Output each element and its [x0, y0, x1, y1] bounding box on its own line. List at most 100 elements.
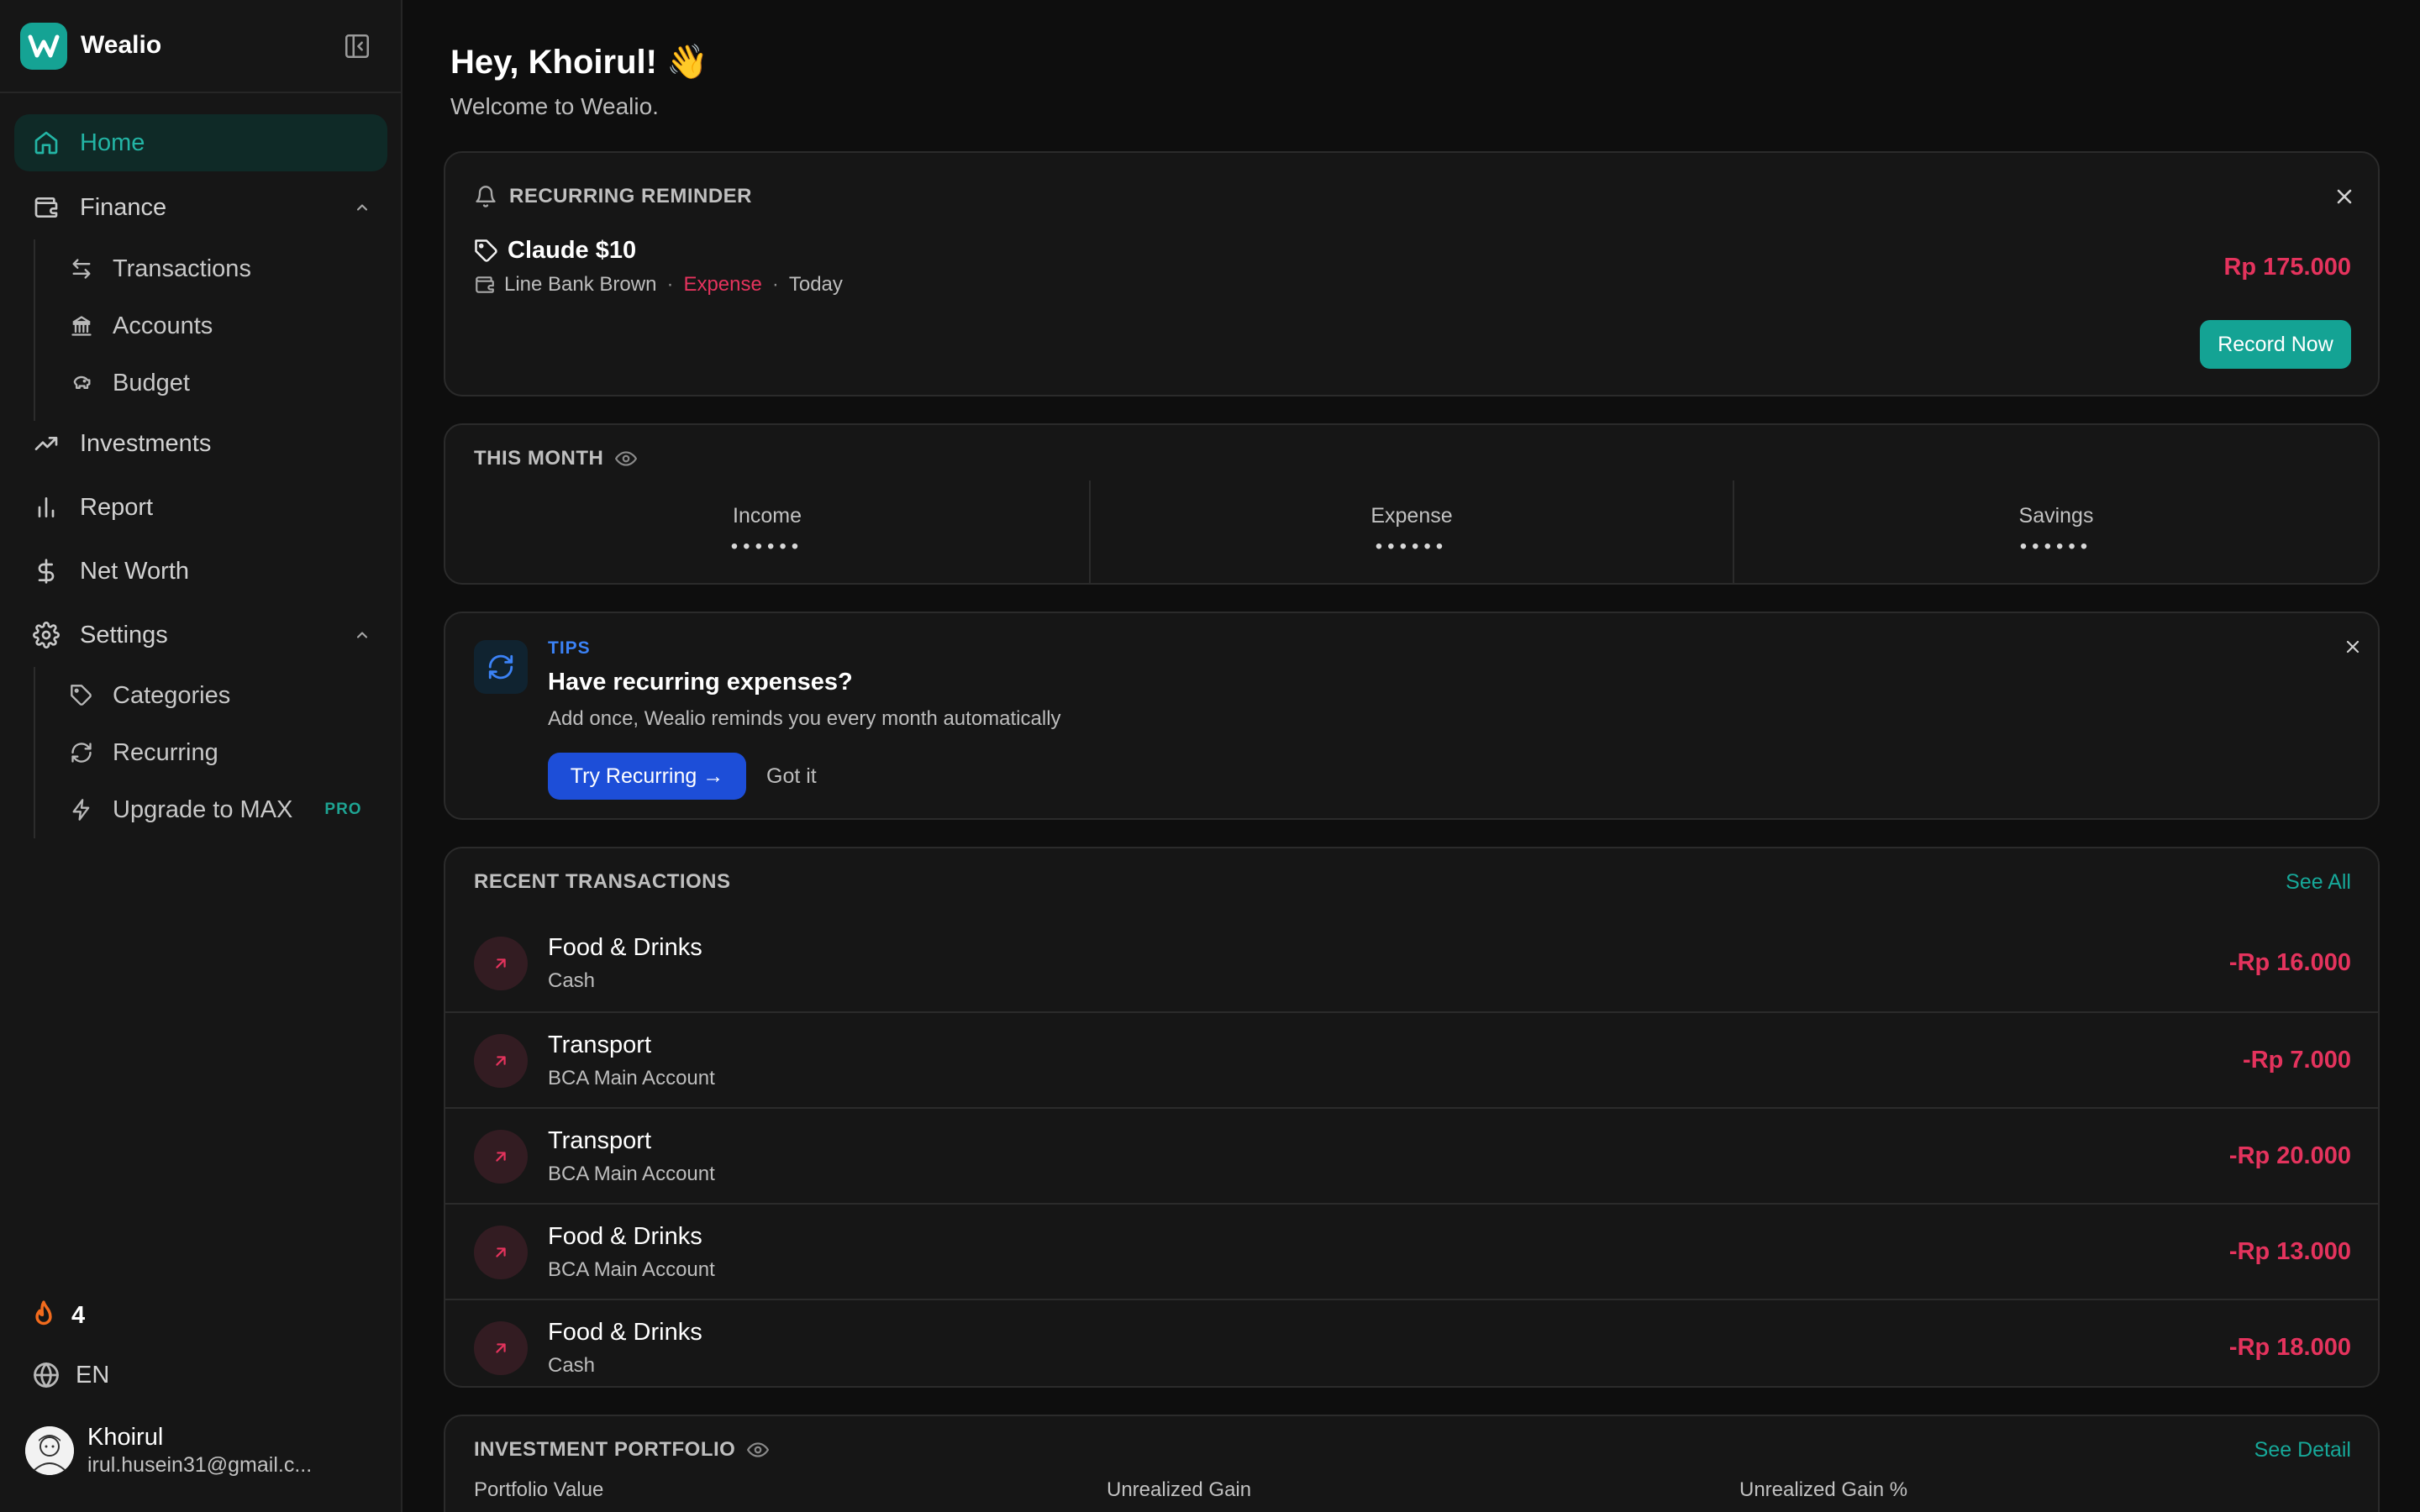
sidebar-item-accounts[interactable]: Accounts [67, 299, 387, 353]
refresh-icon [474, 640, 528, 694]
wallet-icon [30, 192, 62, 223]
streak-counter[interactable]: 4 [28, 1299, 85, 1332]
brand-name[interactable]: Wealio [81, 31, 161, 60]
gear-icon [30, 619, 62, 651]
transaction-category: Food & Drinks [548, 1319, 702, 1346]
income-value: •••••• [730, 535, 804, 558]
sidebar-item-budget[interactable]: Budget [67, 356, 387, 410]
bar-chart-icon [30, 491, 62, 523]
sidebar-item-recurring[interactable]: Recurring [67, 726, 387, 780]
language-label: EN [76, 1361, 110, 1389]
transaction-amount: -Rp 16.000 [2228, 949, 2351, 976]
reminder-amount: Rp 175.000 [2223, 254, 2351, 281]
tips-text: Add once, Wealio reminds you every month… [548, 707, 1061, 730]
reminder-item-name: Claude $10 [508, 237, 637, 264]
language-switcher[interactable]: EN [32, 1361, 109, 1389]
sidebar-item-label: Categories [113, 681, 231, 709]
transaction-account: Cash [548, 969, 596, 992]
page-subtitle: Welcome to Wealio. [450, 93, 659, 119]
sidebar-item-label: Upgrade to MAX [113, 795, 293, 823]
income-summary: Income •••••• [445, 480, 1089, 585]
this-month-title: THIS MONTH [474, 447, 604, 470]
unrealized-gain-percent-label: Unrealized Gain % [1739, 1478, 1908, 1501]
arrow-up-right-icon [474, 1321, 528, 1375]
settings-submenu-guide [34, 667, 35, 838]
sidebar-item-label: Finance [80, 193, 167, 221]
wealio-logo-icon[interactable] [20, 23, 67, 70]
table-row[interactable]: Food & Drinks Cash -Rp 18.000 [445, 1299, 2378, 1386]
sidebar-item-investments[interactable]: Investments [14, 415, 387, 472]
tag-icon [474, 239, 499, 264]
sidebar-collapse-icon[interactable] [343, 32, 371, 60]
sidebar-item-label: Home [80, 129, 145, 156]
sidebar-item-label: Budget [113, 369, 190, 396]
recent-transactions-title: RECENT TRANSACTIONS [474, 870, 731, 893]
bell-icon [474, 185, 497, 208]
investment-portfolio-card: INVESTMENT PORTFOLIO See Detail Portfoli… [444, 1415, 2380, 1512]
savings-value: •••••• [2019, 535, 2093, 558]
page-title: Hey, Khoirul! 👋 [450, 44, 708, 81]
tips-tag: TIPS [548, 638, 591, 658]
transaction-amount: -Rp 7.000 [2243, 1047, 2351, 1074]
flame-icon [28, 1299, 60, 1332]
got-it-button[interactable]: Got it [766, 764, 817, 789]
transaction-category: Transport [548, 1127, 652, 1154]
table-row[interactable]: Transport BCA Main Account -Rp 20.000 [445, 1107, 2378, 1203]
sidebar-item-net-worth[interactable]: Net Worth [14, 543, 387, 600]
arrow-up-right-icon [474, 1130, 528, 1184]
finance-submenu-guide [34, 239, 35, 421]
arrow-up-right-icon [474, 1226, 528, 1279]
arrows-swap-icon [67, 255, 96, 283]
transaction-account: Cash [548, 1354, 596, 1377]
table-row[interactable]: Transport BCA Main Account -Rp 7.000 [445, 1011, 2378, 1107]
reminder-account: Line Bank Brown [504, 273, 657, 296]
transaction-category: Food & Drinks [548, 1223, 702, 1250]
pro-badge: PRO [324, 801, 362, 818]
tag-icon [67, 681, 96, 710]
sidebar: Wealio Home Finance Transactions Account… [0, 0, 402, 1512]
sidebar-item-home[interactable]: Home [14, 114, 387, 171]
eye-icon[interactable] [735, 1439, 770, 1461]
this-month-card: THIS MONTH Income •••••• Expense •••••• … [444, 423, 2380, 585]
sidebar-item-label: Recurring [113, 738, 218, 766]
eye-icon[interactable] [603, 448, 638, 470]
tips-title: Have recurring expenses? [548, 669, 853, 696]
transaction-amount: -Rp 18.000 [2228, 1334, 2351, 1361]
piggy-bank-icon [67, 369, 96, 397]
lightning-icon [67, 795, 96, 824]
table-row[interactable]: Food & Drinks Cash -Rp 16.000 [445, 916, 2378, 1011]
sidebar-item-label: Report [80, 493, 154, 521]
chevron-up-icon[interactable] [354, 627, 371, 643]
transaction-account: BCA Main Account [548, 1067, 715, 1089]
savings-summary: Savings •••••• [1733, 480, 2378, 585]
sidebar-item-label: Accounts [113, 312, 213, 339]
sidebar-item-report[interactable]: Report [14, 479, 387, 536]
see-detail-link[interactable]: See Detail [2254, 1438, 2351, 1462]
sidebar-item-finance[interactable]: Finance [14, 179, 387, 236]
try-recurring-button[interactable]: Try Recurring → [548, 753, 746, 800]
home-icon [30, 127, 62, 159]
user-email: irul.husein31@gmail.c... [87, 1453, 313, 1477]
refresh-icon [67, 738, 96, 767]
sidebar-item-label: Investments [80, 429, 212, 457]
transaction-account: BCA Main Account [548, 1163, 715, 1185]
chevron-up-icon[interactable] [354, 199, 371, 216]
see-all-link[interactable]: See All [2286, 870, 2351, 895]
sidebar-item-label: Transactions [113, 255, 251, 282]
arrow-up-right-icon [474, 937, 528, 990]
transaction-category: Food & Drinks [548, 934, 702, 961]
close-icon[interactable] [2333, 185, 2356, 208]
sidebar-item-transactions[interactable]: Transactions [67, 242, 387, 296]
sidebar-item-categories[interactable]: Categories [67, 669, 387, 722]
sidebar-item-settings[interactable]: Settings [14, 606, 387, 664]
table-row[interactable]: Food & Drinks BCA Main Account -Rp 13.00… [445, 1203, 2378, 1299]
close-icon[interactable] [2343, 637, 2363, 657]
transaction-account: BCA Main Account [548, 1258, 715, 1281]
record-now-button[interactable]: Record Now [2200, 320, 2351, 369]
sidebar-item-upgrade[interactable]: Upgrade to MAX PRO [67, 783, 387, 837]
user-profile[interactable]: Khoirul irul.husein31@gmail.c... [25, 1423, 312, 1478]
transaction-amount: -Rp 13.000 [2228, 1238, 2351, 1265]
sidebar-item-label: Settings [80, 621, 168, 648]
income-label: Income [733, 504, 802, 528]
brand-header: Wealio [0, 0, 401, 93]
